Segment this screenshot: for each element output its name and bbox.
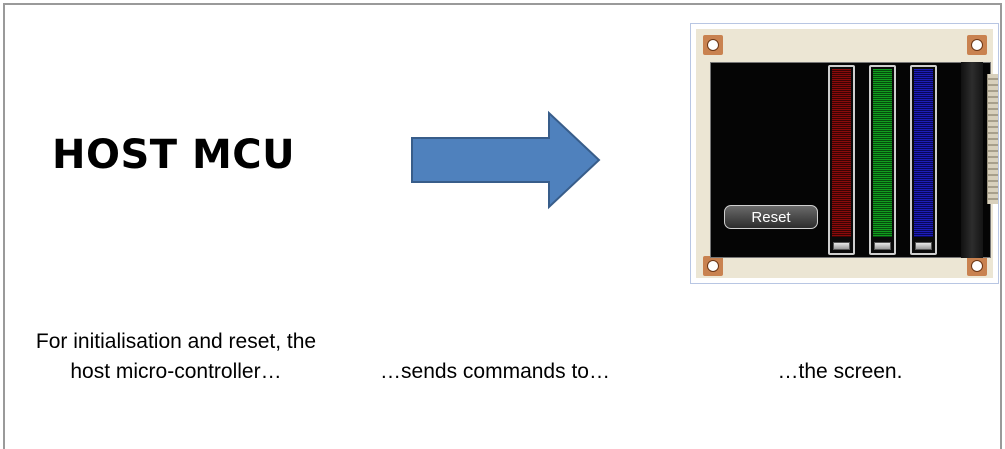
red-slider-track bbox=[832, 69, 851, 237]
frame-right-border bbox=[1000, 3, 1002, 449]
green-slider[interactable] bbox=[869, 65, 896, 255]
frame-left-border bbox=[3, 3, 5, 449]
mounting-hole-bottom-right bbox=[967, 256, 987, 276]
arrow-shape bbox=[411, 110, 601, 210]
frame-top-border bbox=[3, 3, 1001, 5]
caption-arrow: …sends commands to… bbox=[380, 360, 610, 383]
mounting-hole-bottom-left bbox=[703, 256, 723, 276]
host-mcu-label: HOST MCU bbox=[52, 132, 296, 178]
mounting-hole-top-right bbox=[967, 35, 987, 55]
red-slider-handle[interactable] bbox=[833, 242, 850, 250]
lcd-bezel-edge bbox=[961, 62, 983, 258]
red-slider[interactable] bbox=[828, 65, 855, 255]
caption-host: For initialisation and reset, the host m… bbox=[35, 330, 317, 383]
reset-button[interactable]: Reset bbox=[724, 205, 818, 229]
display-pcb: Reset bbox=[696, 29, 998, 278]
blue-slider-handle[interactable] bbox=[915, 242, 932, 250]
right-arrow-icon bbox=[411, 110, 601, 210]
green-slider-track bbox=[873, 69, 892, 237]
blue-slider-track bbox=[914, 69, 933, 237]
caption-screen: …the screen. bbox=[777, 360, 903, 383]
pin-header bbox=[987, 74, 998, 204]
green-slider-handle[interactable] bbox=[874, 242, 891, 250]
blue-slider[interactable] bbox=[910, 65, 937, 255]
mounting-hole-top-left bbox=[703, 35, 723, 55]
display-module: Reset bbox=[690, 23, 999, 284]
